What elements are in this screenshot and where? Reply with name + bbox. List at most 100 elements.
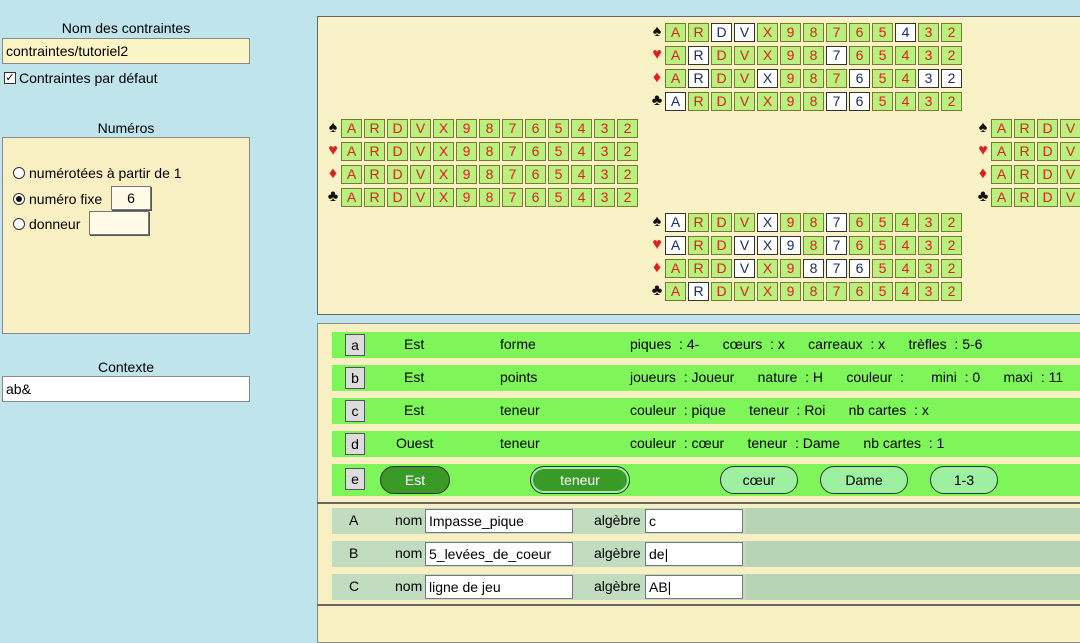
card-spade-7[interactable]: 7 <box>826 212 847 232</box>
card-heart-9[interactable]: 9 <box>456 141 477 161</box>
card-spade-A[interactable]: A <box>991 118 1012 138</box>
card-heart-8[interactable]: 8 <box>803 235 824 255</box>
card-diamond-D[interactable]: D <box>1037 164 1058 184</box>
card-club-4[interactable]: 4 <box>895 281 916 301</box>
card-heart-7[interactable]: 7 <box>826 235 847 255</box>
card-club-R[interactable]: R <box>1014 187 1035 207</box>
card-club-5[interactable]: 5 <box>872 91 893 111</box>
card-diamond-A[interactable]: A <box>665 68 686 88</box>
constraint-edit-row[interactable]: e Est teneur cœur Dame 1-3 <box>332 464 1080 496</box>
card-heart-9[interactable]: 9 <box>780 45 801 65</box>
card-spade-A[interactable]: A <box>665 22 686 42</box>
card-diamond-5[interactable]: 5 <box>872 258 893 278</box>
card-club-X[interactable]: X <box>433 187 454 207</box>
card-heart-3[interactable]: 3 <box>594 141 615 161</box>
card-club-2[interactable]: 2 <box>941 91 962 111</box>
card-club-X[interactable]: X <box>757 91 778 111</box>
card-diamond-4[interactable]: 4 <box>571 164 592 184</box>
card-club-7[interactable]: 7 <box>826 91 847 111</box>
card-diamond-R[interactable]: R <box>688 258 709 278</box>
card-diamond-V[interactable]: V <box>734 68 755 88</box>
card-spade-6[interactable]: 6 <box>849 212 870 232</box>
card-spade-4[interactable]: 4 <box>895 212 916 232</box>
card-heart-X[interactable]: X <box>757 45 778 65</box>
card-diamond-A[interactable]: A <box>991 164 1012 184</box>
radio-dealer[interactable]: donneur <box>13 216 80 232</box>
card-spade-6[interactable]: 6 <box>525 118 546 138</box>
card-heart-4[interactable]: 4 <box>895 235 916 255</box>
card-spade-5[interactable]: 5 <box>872 212 893 232</box>
card-diamond-4[interactable]: 4 <box>895 68 916 88</box>
card-diamond-3[interactable]: 3 <box>594 164 615 184</box>
card-diamond-3[interactable]: 3 <box>918 258 939 278</box>
algebra-input[interactable]: c <box>645 509 743 533</box>
card-club-8[interactable]: 8 <box>803 91 824 111</box>
card-spade-R[interactable]: R <box>688 212 709 232</box>
card-spade-3[interactable]: 3 <box>918 22 939 42</box>
card-heart-7[interactable]: 7 <box>826 45 847 65</box>
constraint-row[interactable]: c Est teneur couleur : pique teneur : Roi n… <box>332 398 1080 424</box>
card-diamond-8[interactable]: 8 <box>803 68 824 88</box>
card-spade-9[interactable]: 9 <box>780 22 801 42</box>
type-button[interactable]: teneur <box>530 466 630 494</box>
card-club-9[interactable]: 9 <box>780 281 801 301</box>
card-club-8[interactable]: 8 <box>803 281 824 301</box>
card-spade-D[interactable]: D <box>711 22 732 42</box>
checkbox-check-icon[interactable]: ✓ <box>4 72 16 84</box>
card-diamond-9[interactable]: 9 <box>780 258 801 278</box>
card-spade-A[interactable]: A <box>341 118 362 138</box>
context-field[interactable]: ab& <box>2 376 250 402</box>
card-diamond-X[interactable]: X <box>757 258 778 278</box>
card-spade-D[interactable]: D <box>711 212 732 232</box>
card-diamond-D[interactable]: D <box>711 68 732 88</box>
count-button[interactable]: 1-3 <box>930 466 998 494</box>
card-heart-V[interactable]: V <box>734 235 755 255</box>
radio-numbered[interactable]: numérotées à partir de 1 <box>13 165 182 181</box>
card-spade-2[interactable]: 2 <box>941 212 962 232</box>
card-heart-2[interactable]: 2 <box>617 141 638 161</box>
card-diamond-8[interactable]: 8 <box>479 164 500 184</box>
card-heart-3[interactable]: 3 <box>918 45 939 65</box>
card-heart-4[interactable]: 4 <box>571 141 592 161</box>
card-heart-D[interactable]: D <box>711 235 732 255</box>
card-club-A[interactable]: A <box>991 187 1012 207</box>
card-club-A[interactable]: A <box>341 187 362 207</box>
card-club-6[interactable]: 6 <box>849 281 870 301</box>
card-club-4[interactable]: 4 <box>571 187 592 207</box>
constraint-letter[interactable]: e <box>345 468 365 490</box>
card-diamond-V[interactable]: V <box>410 164 431 184</box>
card-diamond-6[interactable]: 6 <box>849 258 870 278</box>
card-heart-D[interactable]: D <box>1037 141 1058 161</box>
card-spade-V[interactable]: V <box>410 118 431 138</box>
constraint-row[interactable]: d Ouest teneur couleur : cœur teneur : Dame… <box>332 431 1080 457</box>
card-club-D[interactable]: D <box>1037 187 1058 207</box>
card-diamond-2[interactable]: 2 <box>941 258 962 278</box>
constraint-letter[interactable]: b <box>345 367 365 389</box>
card-club-A[interactable]: A <box>665 281 686 301</box>
card-club-V[interactable]: V <box>734 281 755 301</box>
card-diamond-D[interactable]: D <box>711 258 732 278</box>
card-diamond-7[interactable]: 7 <box>826 258 847 278</box>
card-club-D[interactable]: D <box>711 91 732 111</box>
card-spade-6[interactable]: 6 <box>849 22 870 42</box>
card-spade-X[interactable]: X <box>433 118 454 138</box>
card-diamond-X[interactable]: X <box>433 164 454 184</box>
card-heart-R[interactable]: R <box>364 141 385 161</box>
card-club-X[interactable]: X <box>757 281 778 301</box>
algebra-input[interactable]: AB| <box>645 575 743 599</box>
card-club-A[interactable]: A <box>665 91 686 111</box>
card-club-V[interactable]: V <box>410 187 431 207</box>
algebra-input[interactable]: de| <box>645 542 743 566</box>
fixed-number-input[interactable]: 6 <box>111 186 151 210</box>
card-spade-5[interactable]: 5 <box>548 118 569 138</box>
card-diamond-A[interactable]: A <box>341 164 362 184</box>
card-spade-4[interactable]: 4 <box>571 118 592 138</box>
card-spade-7[interactable]: 7 <box>826 22 847 42</box>
card-diamond-9[interactable]: 9 <box>780 68 801 88</box>
card-club-3[interactable]: 3 <box>918 91 939 111</box>
card-heart-6[interactable]: 6 <box>849 235 870 255</box>
card-spade-8[interactable]: 8 <box>803 22 824 42</box>
card-diamond-A[interactable]: A <box>665 258 686 278</box>
card-club-D[interactable]: D <box>387 187 408 207</box>
card-heart-A[interactable]: A <box>665 45 686 65</box>
